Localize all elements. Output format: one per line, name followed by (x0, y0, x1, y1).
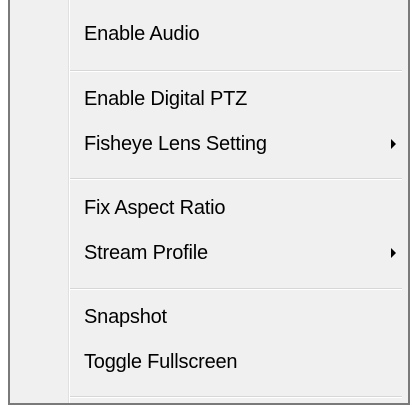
menu-item-label: Enable Digital PTZ (84, 87, 248, 110)
menu-item-fix-aspect-ratio[interactable]: Fix Aspect Ratio (12, 188, 404, 228)
submenu-arrow-icon (391, 139, 396, 149)
context-menu: Enable Audio Enable Digital PTZ Fisheye … (8, 0, 410, 405)
menu-separator (70, 70, 402, 72)
menu-separator (70, 396, 402, 398)
menu-separator (70, 178, 402, 180)
menu-item-snapshot[interactable]: Snapshot (12, 297, 404, 337)
submenu-arrow-icon (391, 248, 396, 258)
menu-item-enable-digital-ptz[interactable]: Enable Digital PTZ (12, 79, 404, 119)
menu-item-label: Snapshot (84, 305, 167, 328)
menu-item-fisheye-lens-setting[interactable]: Fisheye Lens Setting (12, 124, 404, 164)
menu-item-label: Fisheye Lens Setting (84, 132, 267, 155)
menu-item-label: Stream Profile (84, 241, 208, 264)
menu-item-stream-profile[interactable]: Stream Profile (12, 233, 404, 273)
menu-item-label: Enable Audio (84, 22, 200, 45)
menu-item-label: Fix Aspect Ratio (84, 196, 226, 219)
menu-separator (70, 288, 402, 290)
menu-item-enable-audio[interactable]: Enable Audio (12, 14, 404, 54)
menu-item-toggle-fullscreen[interactable]: Toggle Fullscreen (12, 342, 404, 382)
menu-item-label: Toggle Fullscreen (84, 350, 238, 373)
